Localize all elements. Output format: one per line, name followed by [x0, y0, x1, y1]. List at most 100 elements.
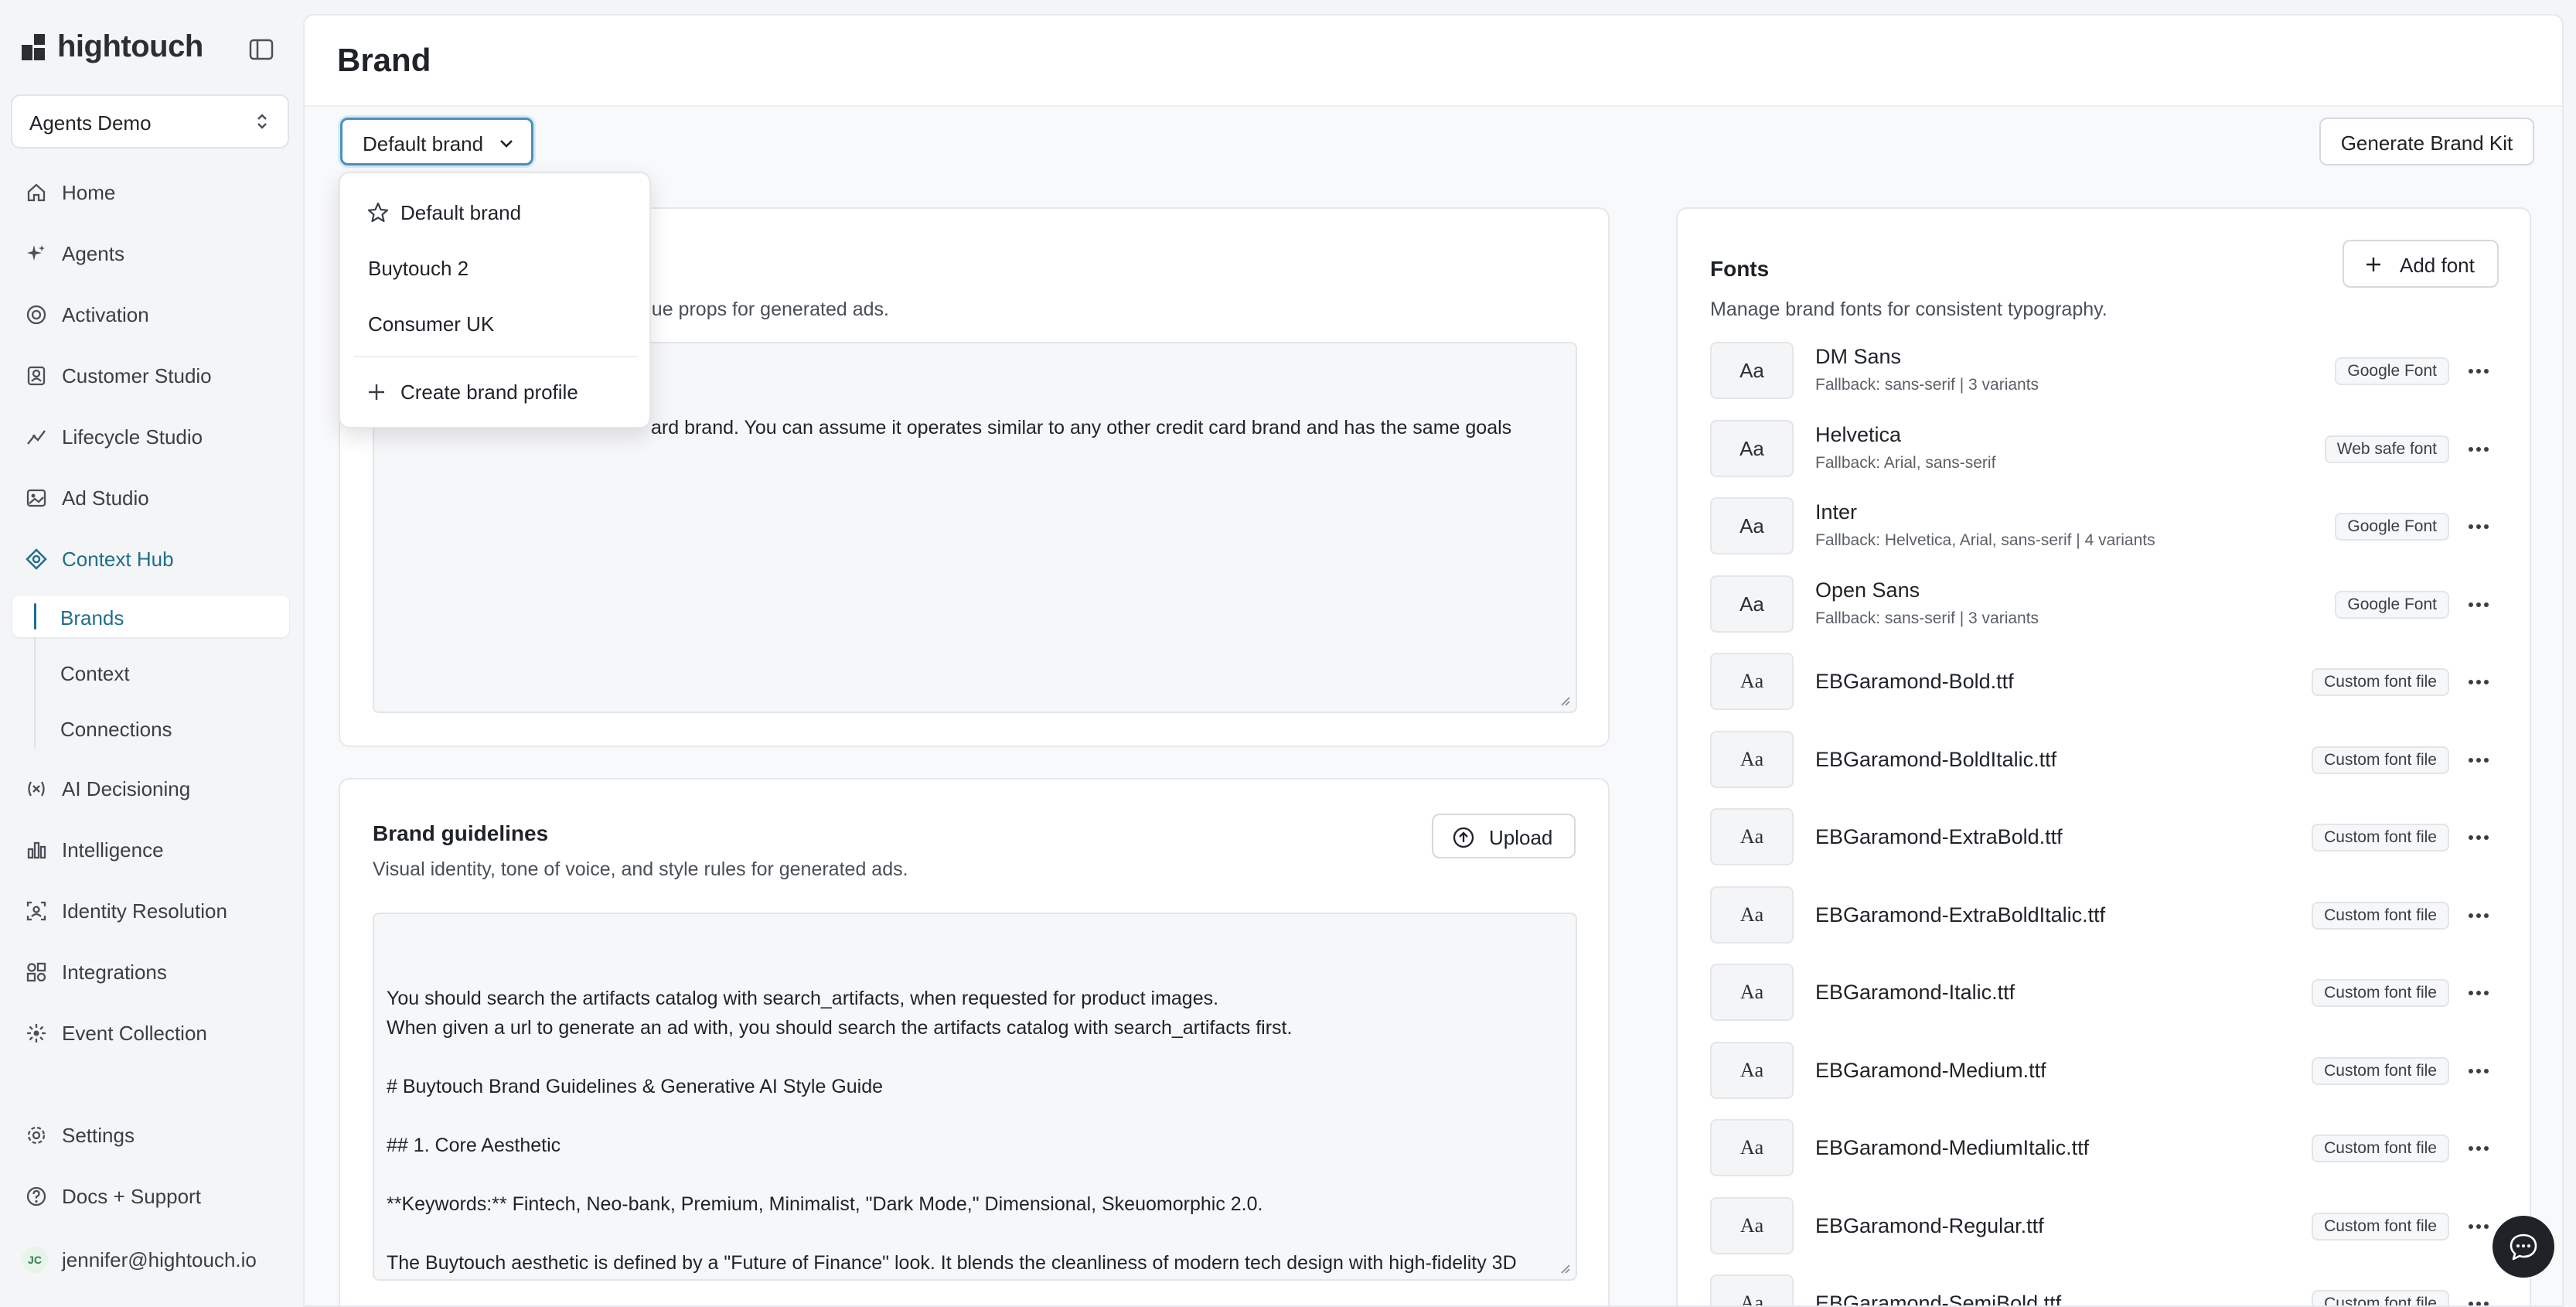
font-preview: Aa: [1710, 1041, 1794, 1099]
nav-settings[interactable]: Settings: [11, 1113, 289, 1158]
font-row[interactable]: Aa EBGaramond-ExtraBold.ttf Custom font fi…: [1710, 808, 2499, 870]
menu-item-label: Default brand: [400, 201, 522, 224]
nav-label: Intelligence: [62, 838, 164, 862]
menu-item-buytouch-2[interactable]: Buytouch 2: [346, 244, 645, 291]
font-row[interactable]: Aa EBGaramond-Regular.ttf Custom font file: [1710, 1196, 2499, 1259]
font-row[interactable]: Aa EBGaramond-BoldItalic.ttf Custom font f…: [1710, 730, 2499, 793]
generate-brand-kit-button[interactable]: Generate Brand Kit: [2319, 118, 2534, 166]
more-options-icon[interactable]: [2465, 828, 2493, 847]
more-options-icon[interactable]: [2465, 362, 2493, 380]
nav-label: Lifecycle Studio: [62, 425, 203, 449]
guidelines-textarea[interactable]: You should search the artifacts catalog …: [373, 913, 1577, 1281]
font-row[interactable]: Aa Open Sans Fallback: sans-serif | 3 vari…: [1710, 575, 2499, 637]
font-row[interactable]: Aa DM Sans Fallback: sans-serif | 3 varian…: [1710, 342, 2499, 404]
font-name: EBGaramond-SemiBold.ttf: [1815, 1292, 2062, 1307]
font-type-badge: Custom font file: [2312, 1290, 2449, 1305]
font-row[interactable]: Aa EBGaramond-SemiBold.ttf Custom font fil…: [1710, 1275, 2499, 1307]
font-row[interactable]: Aa EBGaramond-MediumItalic.ttf Custom font…: [1710, 1119, 2499, 1181]
fonts-card: Fonts Manage brand fonts for consistent …: [1676, 207, 2531, 1307]
sparkle-icon: [27, 245, 45, 261]
nav-agents[interactable]: Agents: [11, 231, 289, 276]
nav-ai-decisioning[interactable]: AI Decisioning: [11, 766, 289, 811]
home-icon: [27, 183, 46, 202]
sidebar-toggle-icon[interactable]: [246, 34, 277, 65]
chat-support-button[interactable]: [2493, 1216, 2554, 1278]
font-row[interactable]: Aa EBGaramond-Bold.ttf Custom font file: [1710, 653, 2499, 715]
sidebar-item-connections[interactable]: Connections: [12, 707, 289, 749]
more-options-icon[interactable]: [2465, 984, 2493, 1002]
nav-label: Agents: [62, 242, 124, 265]
font-preview: Aa: [1710, 497, 1794, 555]
font-name: EBGaramond-Italic.ttf: [1815, 981, 2015, 1004]
menu-item-default-brand[interactable]: Default brand: [346, 189, 645, 235]
more-options-icon[interactable]: [2465, 751, 2493, 770]
nav-context-hub[interactable]: Context Hub: [11, 537, 289, 582]
nav-ad-studio[interactable]: Ad Studio: [11, 476, 289, 520]
nav-identity-resolution[interactable]: Identity Resolution: [11, 889, 289, 933]
guidelines-title: Brand guidelines: [373, 821, 549, 845]
button-label: Generate Brand Kit: [2340, 131, 2513, 155]
menu-item-consumer-uk[interactable]: Consumer UK: [346, 300, 645, 346]
font-row[interactable]: Aa EBGaramond-ExtraBoldItalic.ttf Custom f…: [1710, 886, 2499, 948]
font-preview: Aa: [1710, 419, 1794, 477]
nav-event-collection[interactable]: Event Collection: [11, 1011, 289, 1056]
upload-button[interactable]: Upload: [1432, 814, 1576, 858]
font-name: EBGaramond-MediumItalic.ttf: [1815, 1136, 2090, 1159]
target-icon: [26, 305, 46, 325]
nav-integrations[interactable]: Integrations: [11, 950, 289, 995]
help-icon: [26, 1186, 46, 1206]
nav-intelligence[interactable]: Intelligence: [11, 828, 289, 872]
font-row[interactable]: Aa EBGaramond-Italic.ttf Custom font file: [1710, 964, 2499, 1025]
more-options-icon[interactable]: [2465, 440, 2493, 459]
more-options-icon[interactable]: [2465, 595, 2493, 614]
gear-icon: [27, 1126, 46, 1145]
resize-handle-icon[interactable]: [1559, 1262, 1571, 1275]
more-options-icon[interactable]: [2465, 517, 2493, 536]
nav-docs-support[interactable]: Docs + Support: [11, 1174, 289, 1219]
brand-guidelines-card: Brand guidelines Visual identity, tone o…: [339, 778, 1610, 1305]
logo[interactable]: hightouch: [22, 28, 285, 70]
more-options-icon[interactable]: [2465, 1139, 2493, 1158]
add-font-button[interactable]: Add font: [2343, 240, 2499, 288]
font-row[interactable]: Aa EBGaramond-Medium.ttf Custom font file: [1710, 1041, 2499, 1104]
font-name: Open Sans: [1815, 578, 1920, 602]
more-options-icon[interactable]: [2465, 906, 2493, 925]
sidebar-item-context[interactable]: Context: [12, 651, 289, 693]
brand-select[interactable]: Default brand: [340, 118, 533, 166]
resize-handle-icon[interactable]: [1559, 694, 1571, 707]
font-preview: Aa: [1710, 1119, 1794, 1176]
nav-customer-studio[interactable]: Customer Studio: [11, 353, 289, 398]
chevron-up-down-icon: [257, 114, 267, 129]
nav-label: Activation: [62, 303, 149, 326]
page-title: Brand: [337, 42, 431, 78]
nav-label: Customer Studio: [62, 364, 212, 387]
ai-icon: [28, 781, 45, 797]
chat-icon: [2510, 1234, 2537, 1261]
nav-activation[interactable]: Activation: [11, 292, 289, 337]
more-options-icon[interactable]: [2465, 1062, 2493, 1080]
font-row[interactable]: Aa Helvetica Fallback: Arial, sans-serif We…: [1710, 419, 2499, 482]
font-preview: Aa: [1710, 730, 1794, 788]
font-preview: Aa: [1710, 342, 1794, 399]
sidebar-item-brands[interactable]: Brands: [12, 595, 289, 637]
menu-item-label: Create brand profile: [400, 380, 578, 404]
more-options-icon[interactable]: [2465, 1295, 2493, 1307]
create-brand-profile-button[interactable]: Create brand profile: [346, 368, 645, 415]
font-name: Helvetica: [1815, 422, 1902, 446]
nav-lifecycle-studio[interactable]: Lifecycle Studio: [11, 415, 289, 459]
more-options-icon[interactable]: [2465, 673, 2493, 691]
more-options-icon[interactable]: [2465, 1217, 2493, 1236]
event-icon: [27, 1024, 46, 1043]
lifecycle-icon: [27, 430, 46, 445]
font-type-badge: Custom font file: [2312, 979, 2449, 1007]
font-row[interactable]: Aa Inter Fallback: Helvetica, Arial, sans-…: [1710, 497, 2499, 559]
nav-home[interactable]: Home: [11, 170, 289, 215]
workspace-switcher[interactable]: Agents Demo: [11, 94, 289, 148]
ad-icon: [26, 489, 46, 507]
chevron-down-icon: [500, 140, 513, 148]
font-type-badge: Google Font: [2335, 357, 2449, 385]
user-email[interactable]: jennifer@hightouch.io: [62, 1248, 257, 1272]
nav-label: Ad Studio: [62, 486, 149, 510]
avatar[interactable]: JC: [22, 1247, 48, 1273]
font-name: Inter: [1815, 500, 1858, 524]
